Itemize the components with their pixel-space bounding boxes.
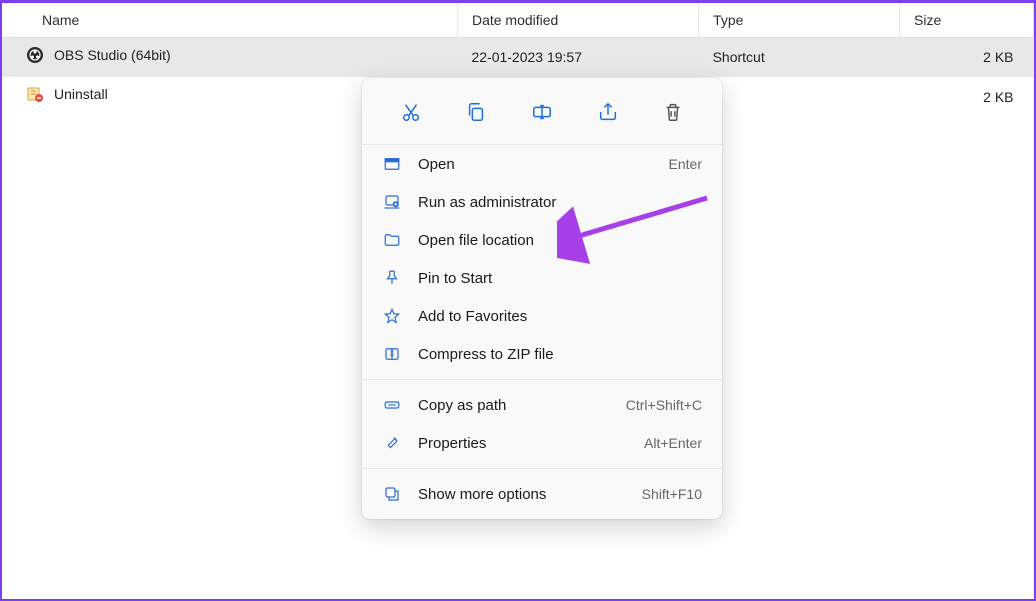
menu-label: Properties <box>418 435 628 452</box>
wrench-icon <box>382 433 402 453</box>
menu-label: Show more options <box>418 486 626 503</box>
menu-label: Run as administrator <box>418 194 702 211</box>
rename-button[interactable] <box>524 94 560 130</box>
file-type <box>699 77 900 117</box>
menu-shortcut: Ctrl+Shift+C <box>626 397 702 413</box>
menu-shortcut: Shift+F10 <box>642 486 702 502</box>
menu-item-copy-path[interactable]: Copy as path Ctrl+Shift+C <box>362 386 722 424</box>
column-header-name[interactable]: Name <box>2 3 457 37</box>
menu-label: Open file location <box>418 232 702 249</box>
context-menu: Open Enter Run as administrator Open fil… <box>362 78 722 519</box>
folder-icon <box>382 230 402 250</box>
menu-item-pin-start[interactable]: Pin to Start <box>362 259 722 297</box>
file-name: Uninstall <box>54 86 108 102</box>
table-row[interactable]: OBS Studio (64bit) 22-01-2023 19:57 Shor… <box>2 37 1034 77</box>
menu-item-properties[interactable]: Properties Alt+Enter <box>362 424 722 462</box>
delete-button[interactable] <box>655 94 691 130</box>
menu-item-add-favorites[interactable]: Add to Favorites <box>362 297 722 335</box>
menu-shortcut: Alt+Enter <box>644 435 702 451</box>
menu-item-open-location[interactable]: Open file location <box>362 221 722 259</box>
menu-label: Pin to Start <box>418 270 702 287</box>
menu-item-compress[interactable]: Compress to ZIP file <box>362 335 722 373</box>
copy-button[interactable] <box>458 94 494 130</box>
menu-label: Copy as path <box>418 397 610 414</box>
column-header-date[interactable]: Date modified <box>457 3 698 37</box>
open-icon <box>382 154 402 174</box>
menu-separator <box>362 379 722 380</box>
menu-separator <box>362 468 722 469</box>
file-size: 2 KB <box>900 37 1034 77</box>
zip-icon <box>382 344 402 364</box>
file-size: 2 KB <box>900 77 1034 117</box>
file-name: OBS Studio (64bit) <box>54 47 171 63</box>
context-menu-toolbar <box>362 84 722 145</box>
path-icon <box>382 395 402 415</box>
menu-label: Add to Favorites <box>418 308 702 325</box>
shield-icon <box>382 192 402 212</box>
file-type: Shortcut <box>699 37 900 77</box>
column-header-size[interactable]: Size <box>900 3 1034 37</box>
cut-button[interactable] <box>393 94 429 130</box>
menu-label: Open <box>418 156 653 173</box>
menu-item-more-options[interactable]: Show more options Shift+F10 <box>362 475 722 513</box>
menu-label: Compress to ZIP file <box>418 346 702 363</box>
pin-icon <box>382 268 402 288</box>
obs-icon <box>26 46 44 64</box>
column-header-row: Name Date modified Type Size <box>2 3 1034 37</box>
menu-item-open[interactable]: Open Enter <box>362 145 722 183</box>
star-icon <box>382 306 402 326</box>
more-icon <box>382 484 402 504</box>
file-date: 22-01-2023 19:57 <box>457 37 698 77</box>
menu-item-run-admin[interactable]: Run as administrator <box>362 183 722 221</box>
uninstall-icon <box>26 85 44 103</box>
share-button[interactable] <box>590 94 626 130</box>
column-header-type[interactable]: Type <box>699 3 900 37</box>
menu-shortcut: Enter <box>669 156 702 172</box>
